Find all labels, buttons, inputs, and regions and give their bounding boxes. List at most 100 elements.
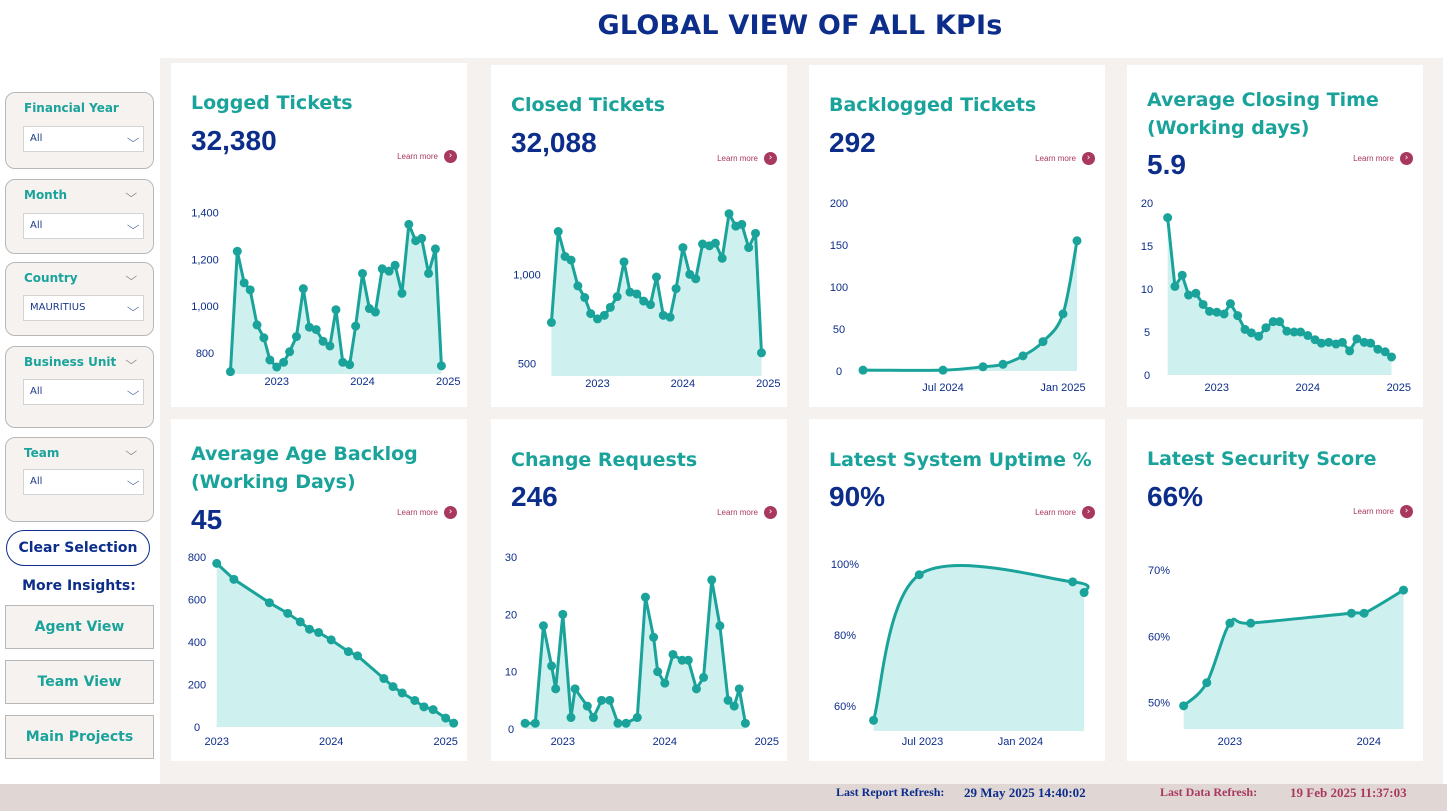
data-point[interactable] — [570, 684, 580, 694]
data-point[interactable] — [325, 341, 335, 351]
data-point[interactable] — [1079, 588, 1089, 598]
data-point[interactable] — [225, 367, 235, 377]
data-point[interactable] — [1261, 323, 1271, 333]
data-point[interactable] — [597, 695, 607, 705]
data-point[interactable] — [914, 570, 924, 580]
data-point[interactable] — [343, 647, 353, 657]
data-point[interactable] — [1202, 678, 1212, 688]
data-point[interactable] — [353, 651, 363, 661]
data-point[interactable] — [1198, 299, 1208, 309]
data-point[interactable] — [1254, 331, 1264, 341]
data-point[interactable] — [699, 672, 709, 682]
data-point[interactable] — [390, 260, 400, 270]
data-point[interactable] — [605, 695, 615, 705]
data-point[interactable] — [1275, 317, 1285, 327]
agent-view-button[interactable]: Agent View — [5, 605, 154, 649]
financial-year-dropdown[interactable]: All ⌵ — [23, 126, 144, 152]
data-point[interactable] — [1163, 213, 1173, 223]
data-point[interactable] — [691, 684, 701, 694]
data-point[interactable] — [547, 661, 557, 671]
data-point[interactable] — [599, 310, 609, 320]
data-point[interactable] — [869, 715, 879, 725]
data-point[interactable] — [252, 320, 262, 330]
data-point[interactable] — [424, 268, 434, 278]
data-point[interactable] — [345, 360, 355, 370]
data-point[interactable] — [1233, 311, 1243, 321]
data-point[interactable] — [436, 361, 446, 371]
data-point[interactable] — [756, 348, 766, 358]
data-point[interactable] — [449, 718, 459, 728]
data-point[interactable] — [530, 718, 540, 728]
data-point[interactable] — [1072, 236, 1082, 246]
data-point[interactable] — [668, 649, 678, 659]
data-point[interactable] — [212, 558, 222, 568]
data-point[interactable] — [370, 307, 380, 317]
data-point[interactable] — [938, 365, 948, 375]
business-unit-dropdown[interactable]: All ⌵ — [23, 379, 144, 405]
data-point[interactable] — [645, 300, 655, 310]
data-point[interactable] — [612, 292, 622, 302]
data-point[interactable] — [707, 575, 717, 585]
clear-selection-button[interactable]: Clear Selection — [6, 530, 150, 566]
data-point[interactable] — [1225, 299, 1235, 309]
data-point[interactable] — [245, 285, 255, 295]
chevron-down-icon[interactable]: ⌵ — [125, 445, 137, 459]
data-point[interactable] — [582, 701, 592, 711]
data-point[interactable] — [744, 243, 754, 253]
data-point[interactable] — [298, 284, 308, 294]
data-point[interactable] — [428, 705, 438, 715]
data-point[interactable] — [558, 609, 568, 619]
data-point[interactable] — [621, 718, 631, 728]
data-point[interactable] — [1177, 270, 1187, 280]
data-point[interactable] — [978, 362, 988, 372]
filter-financial-year[interactable]: Financial Year All ⌵ — [5, 92, 154, 169]
data-point[interactable] — [1225, 618, 1235, 628]
data-point[interactable] — [660, 678, 670, 688]
data-point[interactable] — [239, 278, 249, 288]
data-point[interactable] — [430, 244, 440, 254]
data-point[interactable] — [671, 284, 681, 294]
data-point[interactable] — [632, 713, 642, 723]
data-point[interactable] — [410, 695, 420, 705]
data-point[interactable] — [1345, 346, 1355, 356]
data-point[interactable] — [1246, 618, 1256, 628]
data-point[interactable] — [259, 333, 269, 343]
data-point[interactable] — [304, 624, 314, 634]
data-point[interactable] — [1191, 288, 1201, 298]
data-point[interactable] — [751, 228, 761, 238]
data-point[interactable] — [1179, 701, 1189, 711]
filter-month[interactable]: Month ⌵ All ⌵ — [5, 179, 154, 254]
chevron-down-icon[interactable]: ⌵ — [125, 354, 137, 368]
data-point[interactable] — [566, 255, 576, 265]
data-point[interactable] — [546, 317, 556, 327]
data-point[interactable] — [326, 635, 336, 645]
data-point[interactable] — [1058, 309, 1068, 319]
team-view-button[interactable]: Team View — [5, 660, 154, 704]
data-point[interactable] — [683, 655, 693, 665]
data-point[interactable] — [1346, 608, 1356, 618]
data-point[interactable] — [1337, 337, 1347, 347]
chevron-down-icon[interactable]: ⌵ — [125, 270, 137, 284]
data-point[interactable] — [740, 718, 750, 728]
data-point[interactable] — [566, 713, 576, 723]
data-point[interactable] — [551, 684, 561, 694]
data-point[interactable] — [358, 268, 368, 278]
data-point[interactable] — [632, 289, 642, 299]
data-point[interactable] — [580, 293, 590, 303]
data-point[interactable] — [419, 702, 429, 712]
data-point[interactable] — [379, 674, 389, 684]
data-point[interactable] — [710, 238, 720, 248]
data-point[interactable] — [1018, 351, 1028, 361]
data-point[interactable] — [573, 281, 583, 291]
chevron-down-icon[interactable]: ⌵ — [125, 187, 137, 201]
data-point[interactable] — [1219, 309, 1229, 319]
data-point[interactable] — [553, 227, 563, 237]
data-point[interactable] — [640, 592, 650, 602]
data-point[interactable] — [331, 305, 341, 315]
data-point[interactable] — [229, 574, 239, 584]
data-point[interactable] — [1399, 585, 1409, 595]
data-point[interactable] — [264, 598, 274, 608]
data-point[interactable] — [404, 219, 414, 229]
month-dropdown[interactable]: All ⌵ — [23, 213, 144, 239]
data-point[interactable] — [295, 617, 305, 627]
